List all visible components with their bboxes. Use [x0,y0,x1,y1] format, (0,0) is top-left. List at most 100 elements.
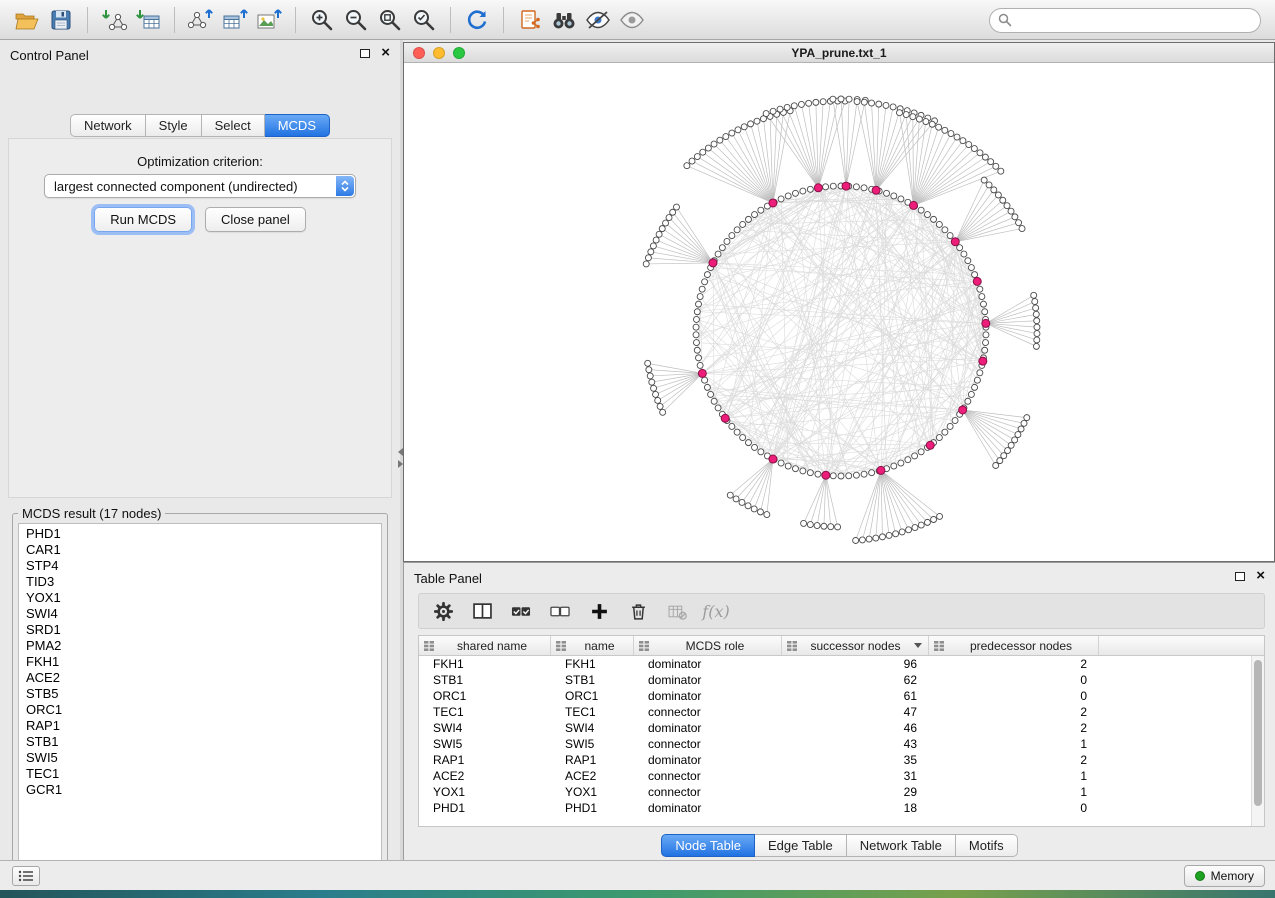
plus-icon [590,602,609,621]
tab-mcds[interactable]: MCDS [265,114,330,137]
apply-style-button[interactable] [581,5,615,35]
mcds-result-item[interactable]: PMA2 [19,638,381,654]
show-graphics-details-button[interactable] [615,5,649,35]
memory-button[interactable]: Memory [1184,865,1265,887]
table-row[interactable]: PHD1PHD1dominator180 [419,800,1264,816]
open-file-button[interactable] [10,5,44,35]
table-tab-motifs[interactable]: Motifs [956,834,1018,857]
export-image-button[interactable] [252,5,286,35]
table-cell: ACE2 [551,769,634,783]
mcds-result-item[interactable]: YOX1 [19,590,381,606]
table-tab-node-table[interactable]: Node Table [661,834,755,857]
tab-style[interactable]: Style [146,114,202,137]
refresh-icon [465,8,489,32]
table-row[interactable]: TEC1TEC1connector472 [419,704,1264,720]
close-table-panel-button[interactable]: × [1256,571,1265,581]
import-network-button[interactable] [97,5,131,35]
mcds-result-item[interactable]: FKH1 [19,654,381,670]
column-header-shared-name[interactable]: shared name [419,636,551,655]
table-row[interactable]: STB1STB1dominator620 [419,672,1264,688]
export-network-button[interactable] [184,5,218,35]
table-row[interactable]: SWI4SWI4dominator462 [419,720,1264,736]
criterion-select[interactable]: largest connected component (undirected) [44,174,356,198]
clone-network-button[interactable] [513,5,547,35]
save-icon [50,9,72,31]
network-window-titlebar[interactable]: YPA_prune.txt_1 [404,43,1274,63]
mcds-result-item[interactable]: SRD1 [19,622,381,638]
table-settings-button[interactable] [428,597,458,625]
table-row[interactable]: YOX1YOX1connector291 [419,784,1264,800]
close-mcds-panel-button[interactable]: Close panel [205,207,306,232]
toolbar-separator [450,7,451,33]
table-cell: ACE2 [419,769,551,783]
mcds-result-item[interactable]: ORC1 [19,702,381,718]
scrollbar-thumb[interactable] [1254,660,1262,806]
zoom-fit-button[interactable] [373,5,407,35]
function-builder-button: f(x) [701,597,731,625]
table-row[interactable]: ORC1ORC1dominator610 [419,688,1264,704]
column-header-name[interactable]: name [551,636,634,655]
import-table-icon [135,9,161,31]
import-table-button[interactable] [131,5,165,35]
mcds-result-item[interactable]: TID3 [19,574,381,590]
table-cell: dominator [634,721,782,735]
column-header-MCDS-role[interactable]: MCDS role [634,636,782,655]
table-row[interactable]: RAP1RAP1dominator352 [419,752,1264,768]
table-row[interactable]: SWI5SWI5connector431 [419,736,1264,752]
table-cell: 43 [782,737,929,751]
table-cell: TEC1 [419,705,551,719]
mcds-result-item[interactable]: SWI5 [19,750,381,766]
mcds-result-item[interactable]: CAR1 [19,542,381,558]
tab-select[interactable]: Select [202,114,265,137]
show-columns-button[interactable] [467,597,497,625]
control-panel-header: Control Panel × [0,40,400,68]
toolbar-separator [295,7,296,33]
column-header-successor-nodes[interactable]: successor nodes [782,636,929,655]
tab-network[interactable]: Network [70,114,146,137]
close-window-icon[interactable] [413,47,425,59]
column-header-predecessor-nodes[interactable]: predecessor nodes [929,636,1099,655]
save-session-button[interactable] [44,5,78,35]
table-cell: 2 [929,753,1099,767]
maximize-window-icon[interactable] [453,47,465,59]
find-button[interactable] [547,5,581,35]
mcds-result-item[interactable]: STP4 [19,558,381,574]
mcds-result-list[interactable]: PHD1CAR1STP4TID3YOX1SWI4SRD1PMA2FKH1ACE2… [18,523,382,867]
task-history-button[interactable] [12,866,40,886]
run-mcds-button[interactable]: Run MCDS [94,207,192,232]
table-cell: 0 [929,673,1099,687]
table-scrollbar[interactable] [1251,656,1264,826]
table-row[interactable]: ACE2ACE2connector311 [419,768,1264,784]
float-table-panel-button[interactable] [1235,572,1245,581]
delete-column-button[interactable] [623,597,653,625]
mcds-result-item[interactable]: PHD1 [19,526,381,542]
table-row[interactable]: FKH1FKH1dominator962 [419,656,1264,672]
create-column-button[interactable] [584,597,614,625]
minimize-window-icon[interactable] [433,47,445,59]
table-tab-edge-table[interactable]: Edge Table [755,834,847,857]
float-panel-button[interactable] [360,49,370,58]
network-canvas[interactable] [404,63,1274,561]
search-input[interactable] [989,8,1261,33]
export-table-button[interactable] [218,5,252,35]
sort-chevron-icon[interactable] [914,643,922,648]
mcds-result-item[interactable]: TEC1 [19,766,381,782]
mcds-result-item[interactable]: STB1 [19,734,381,750]
table-cell: ORC1 [419,689,551,703]
close-panel-button[interactable]: × [381,48,390,58]
mcds-result-item[interactable]: ACE2 [19,670,381,686]
mcds-result-item[interactable]: RAP1 [19,718,381,734]
zoom-out-button[interactable] [339,5,373,35]
node-table-header: shared namenameMCDS rolesuccessor nodesp… [419,636,1264,656]
network-graph[interactable] [404,63,1274,561]
table-cell: dominator [634,753,782,767]
table-tab-network-table[interactable]: Network Table [847,834,956,857]
zoom-selected-button[interactable] [407,5,441,35]
refresh-layout-button[interactable] [460,5,494,35]
mcds-result-item[interactable]: STB5 [19,686,381,702]
deselect-all-columns-button[interactable] [545,597,575,625]
mcds-result-item[interactable]: GCR1 [19,782,381,798]
zoom-in-button[interactable] [305,5,339,35]
select-all-columns-button[interactable] [506,597,536,625]
mcds-result-item[interactable]: SWI4 [19,606,381,622]
